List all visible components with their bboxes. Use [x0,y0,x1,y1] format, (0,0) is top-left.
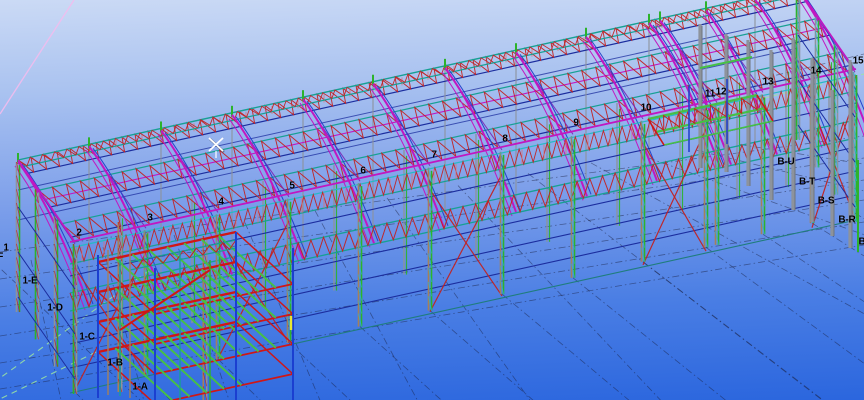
model-svg [0,0,864,400]
model-canvas [0,0,864,400]
model-viewport[interactable]: 1234567891011121314151-F1-E1-D1-C1-B1-AB… [0,0,864,400]
workplane-marker [209,138,224,158]
axis-lines [0,0,74,114]
